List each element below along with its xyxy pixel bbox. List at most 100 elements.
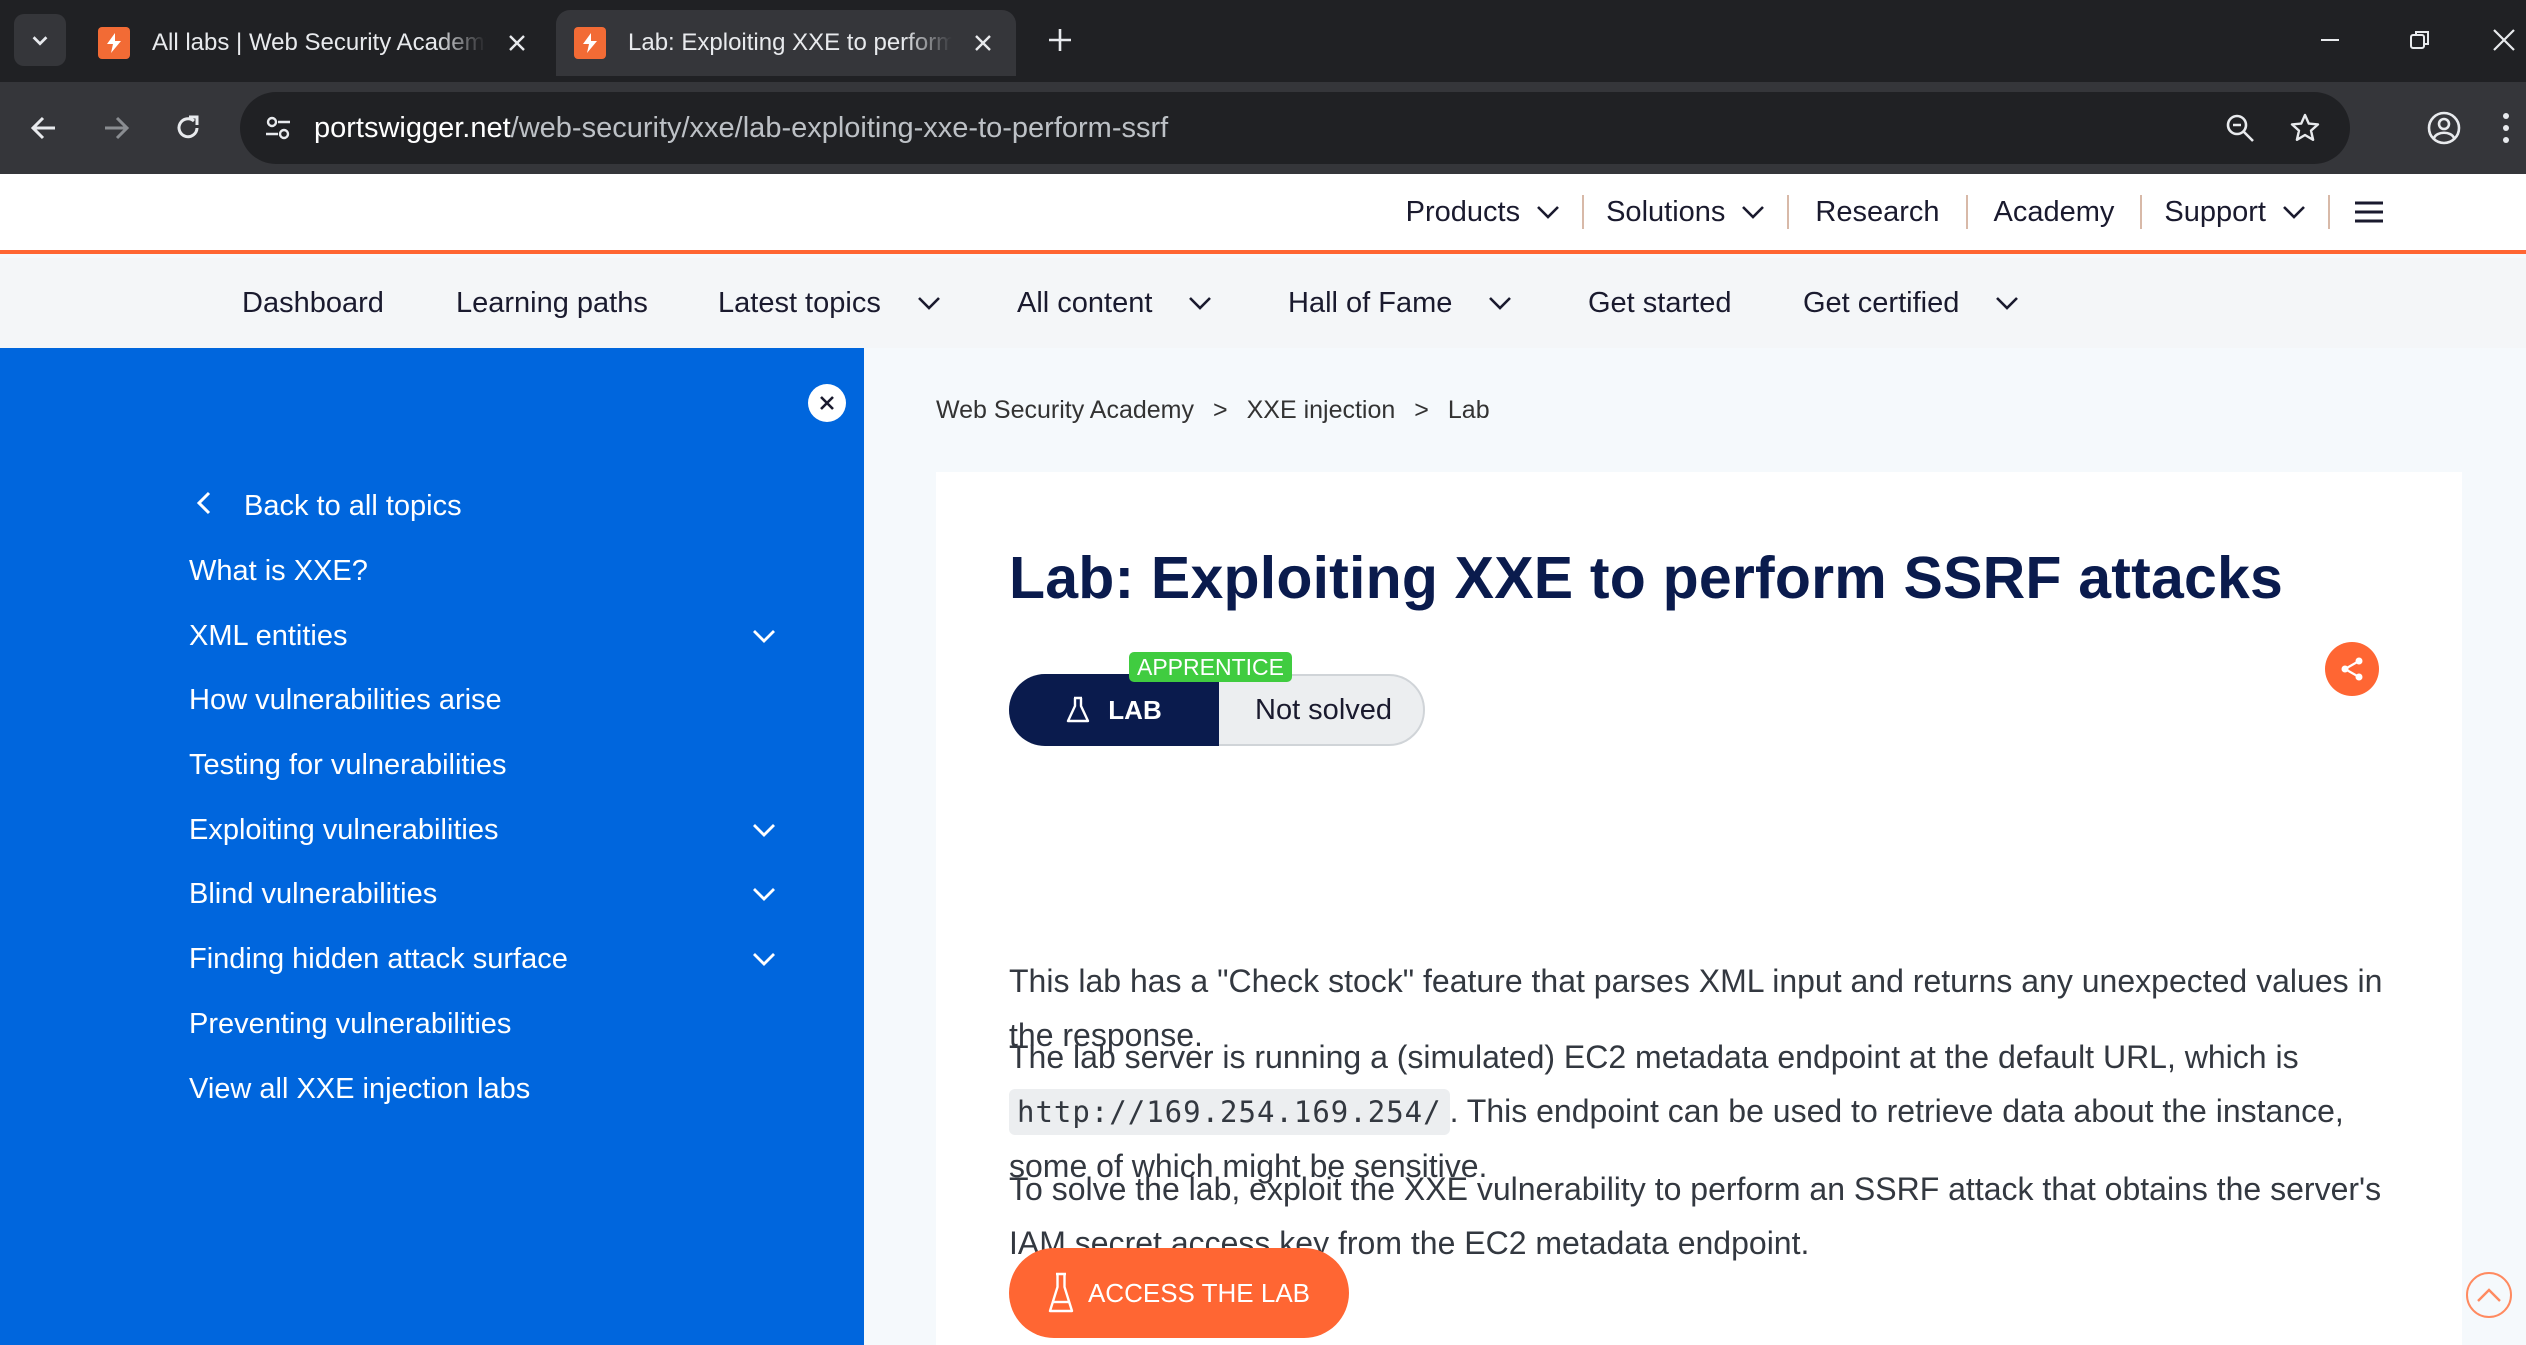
hamburger-icon — [2355, 201, 2383, 223]
subnav-label: Hall of Fame — [1288, 286, 1453, 319]
chevron-left-icon — [192, 488, 216, 518]
subnav-dashboard[interactable]: Dashboard — [242, 258, 384, 348]
browser-tab-bar: All labs | Web Security Academy Lab: Exp… — [0, 0, 2526, 82]
topnav-academy[interactable]: Academy — [1965, 195, 2141, 229]
more-vertical-icon — [2503, 113, 2509, 143]
forward-button[interactable] — [92, 104, 140, 152]
zoom-icon[interactable] — [2218, 106, 2262, 150]
academy-subnav: Dashboard Learning paths Latest topics A… — [0, 258, 2526, 348]
lab-card: Lab: Exploiting XXE to perform SSRF atta… — [936, 472, 2462, 1345]
arrow-right-icon — [105, 116, 130, 140]
chevron-down-icon — [1189, 297, 1212, 310]
close-icon[interactable] — [968, 28, 998, 58]
subnav-learning-paths[interactable]: Learning paths — [456, 258, 648, 348]
chevron-down-icon[interactable] — [748, 943, 780, 975]
sidebar-item-xml-entities[interactable]: XML entities — [189, 616, 348, 656]
lab-status-widget: LAB APPRENTICE Not solved — [1009, 652, 1425, 746]
topic-sidebar: Back to all topics What is XXE? XML enti… — [0, 348, 864, 1345]
plus-icon — [1049, 29, 1071, 51]
subnav-get-started[interactable]: Get started — [1588, 258, 1731, 348]
sidebar-close-button[interactable] — [808, 384, 846, 422]
sidebar-back-to-all-topics[interactable]: Back to all topics — [244, 486, 462, 526]
subnav-label: Get started — [1588, 286, 1732, 319]
chevron-down-icon — [1996, 297, 2019, 310]
minimize-button[interactable] — [2308, 18, 2352, 62]
url-host: portswigger.net — [314, 112, 511, 144]
top-navigation: Products Solutions Research Academy Supp… — [1384, 174, 2526, 250]
close-icon — [820, 396, 834, 410]
sidebar-item-preventing-vulnerabilities[interactable]: Preventing vulnerabilities — [189, 1004, 511, 1044]
back-button[interactable] — [20, 104, 68, 152]
lab-type-pill: LAB — [1009, 674, 1219, 746]
chevron-down-icon — [1537, 206, 1560, 219]
portswigger-favicon-icon — [98, 27, 130, 59]
subnav-all-content[interactable]: All content — [1017, 258, 1212, 348]
breadcrumb-item-xxe[interactable]: XXE injection — [1247, 396, 1396, 425]
subnav-latest-topics[interactable]: Latest topics — [718, 258, 941, 348]
restore-icon — [2410, 31, 2429, 49]
topnav-support[interactable]: Support — [2140, 195, 2328, 229]
page-title: Lab: Exploiting XXE to perform SSRF atta… — [1009, 545, 2284, 611]
sidebar-item-exploiting-vulnerabilities[interactable]: Exploiting vulnerabilities — [189, 810, 499, 850]
sidebar-item-how-vulnerabilities-arise[interactable]: How vulnerabilities arise — [189, 680, 502, 720]
url-path: /web-security/xxe/lab-exploiting-xxe-to-… — [510, 112, 1169, 144]
metadata-url-code: http://169.254.169.254/ — [1009, 1089, 1450, 1135]
chevron-up-icon — [2477, 1288, 2501, 1302]
browser-menu-button[interactable] — [2494, 104, 2518, 152]
tab-search-button[interactable] — [14, 14, 66, 66]
portswigger-favicon-icon — [574, 27, 606, 59]
close-icon — [2493, 29, 2515, 51]
topnav-solutions[interactable]: Solutions — [1582, 195, 1787, 229]
new-tab-button[interactable] — [1040, 20, 1080, 60]
chevron-down-icon — [2283, 206, 2305, 219]
reload-button[interactable] — [164, 104, 212, 152]
subnav-get-certified[interactable]: Get certified — [1803, 258, 2019, 348]
subnav-label: All content — [1017, 286, 1153, 319]
browser-tab-lab[interactable]: Lab: Exploiting XXE to perform SSRF atta… — [556, 10, 1016, 76]
share-button[interactable] — [2325, 642, 2379, 696]
lab-description-2-text: The lab server is running a (simulated) … — [1009, 1039, 2299, 1075]
subnav-label: Dashboard — [242, 286, 384, 319]
share-icon — [2341, 657, 2363, 681]
profile-button[interactable] — [2420, 104, 2468, 152]
sidebar-item-what-is-xxe[interactable]: What is XXE? — [189, 551, 368, 591]
sidebar-item-blind-vulnerabilities[interactable]: Blind vulnerabilities — [189, 874, 437, 914]
access-the-lab-button[interactable]: ACCESS THE LAB — [1009, 1248, 1349, 1338]
tab-title: All labs | Web Security Academy — [152, 29, 486, 56]
topnav-label: Academy — [1993, 195, 2115, 228]
breadcrumb-item-academy[interactable]: Web Security Academy — [936, 396, 1194, 425]
reload-icon — [177, 115, 199, 139]
chevron-down-icon[interactable] — [748, 878, 780, 910]
topnav-products[interactable]: Products — [1384, 195, 1582, 229]
sidebar-item-view-all-labs[interactable]: View all XXE injection labs — [189, 1069, 530, 1109]
close-window-button[interactable] — [2482, 18, 2526, 62]
restore-button[interactable] — [2398, 18, 2442, 62]
chevron-down-icon[interactable] — [748, 814, 780, 846]
address-bar[interactable]: portswigger.net/web-security/xxe/lab-exp… — [240, 92, 2350, 164]
topnav-research[interactable]: Research — [1787, 195, 1965, 229]
subnav-label: Get certified — [1803, 286, 1960, 319]
flask-icon — [1067, 696, 1090, 723]
lab-type-label: LAB — [1108, 694, 1162, 725]
flask-icon — [1048, 1272, 1074, 1313]
subnav-label: Latest topics — [718, 286, 881, 319]
close-icon[interactable] — [502, 28, 532, 58]
hamburger-menu-button[interactable] — [2328, 195, 2408, 229]
chevron-down-icon — [1742, 206, 1765, 219]
url-text: portswigger.net/web-security/xxe/lab-exp… — [314, 92, 1168, 164]
breadcrumb-item-lab[interactable]: Lab — [1448, 396, 1490, 425]
topnav-label: Solutions — [1606, 195, 1726, 228]
bookmark-star-icon[interactable] — [2283, 106, 2327, 150]
topnav-label: Products — [1405, 195, 1521, 228]
browser-tab-all-labs[interactable]: All labs | Web Security Academy — [80, 10, 550, 76]
scroll-to-top-button[interactable] — [2466, 1272, 2512, 1318]
site-header: Products Solutions Research Academy Supp… — [0, 174, 2526, 254]
sidebar-item-finding-hidden-attack-surface[interactable]: Finding hidden attack surface — [189, 939, 568, 979]
breadcrumb: Web Security Academy > XXE injection > L… — [936, 390, 1490, 430]
subnav-hall-of-fame[interactable]: Hall of Fame — [1288, 258, 1512, 348]
sidebar-item-testing-for-vulnerabilities[interactable]: Testing for vulnerabilities — [189, 745, 507, 785]
chevron-down-icon[interactable] — [748, 620, 780, 652]
minimize-icon — [2321, 39, 2339, 41]
site-settings-icon[interactable] — [256, 106, 300, 150]
status-badge: Not solved — [1255, 694, 1393, 726]
